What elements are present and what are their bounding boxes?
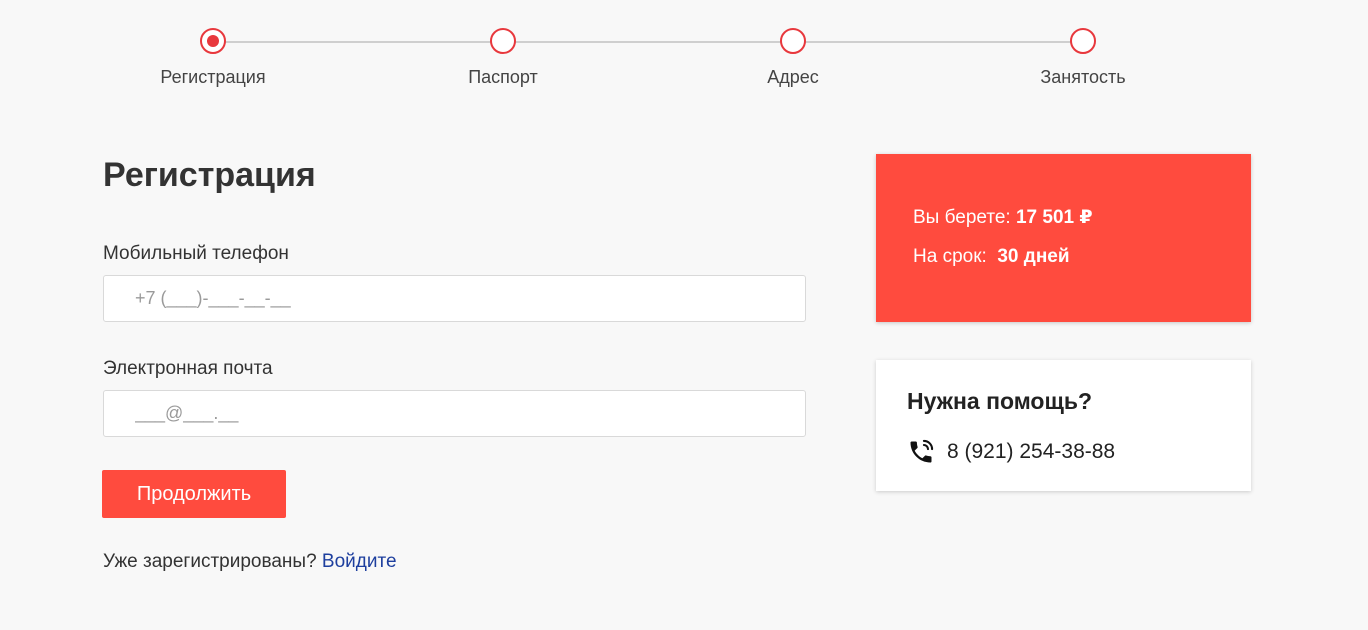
help-card: Нужна помощь? 8 (921) 254-38-88 [876,360,1251,491]
step-employment[interactable]: Занятость [973,28,1193,88]
step-circle-active [200,28,226,54]
term-value: 30 дней [997,246,1070,267]
step-circle [490,28,516,54]
continue-button[interactable]: Продолжить [102,470,286,518]
step-circle [1070,28,1096,54]
amount-label: Вы берете: [913,207,1011,228]
term-row: На срок: 30 дней [913,246,1070,268]
amount-row: Вы берете: 17 501 ₽ [913,206,1093,229]
email-input[interactable] [103,390,806,437]
step-label: Адрес [767,67,819,87]
phone-label: Мобильный телефон [103,243,289,264]
phone-icon [910,439,934,463]
step-circle [780,28,806,54]
login-prompt-row: Уже зарегистрированы? Войдите [103,551,397,573]
phone-input[interactable] [103,275,806,322]
login-link[interactable]: Войдите [322,551,397,572]
step-address[interactable]: Адрес [683,28,903,88]
term-label: На срок: [913,246,987,267]
stepper-line [213,41,1084,43]
amount-value: 17 501 ₽ [1015,207,1093,228]
page-title: Регистрация [103,156,316,194]
help-title: Нужна помощь? [907,388,1093,414]
step-registration[interactable]: Регистрация [103,28,323,88]
help-phone-row[interactable]: 8 (921) 254-38-88 [907,438,1115,466]
progress-stepper: Регистрация Паспорт Адрес Занятость [0,0,1368,100]
email-label: Электронная почта [103,358,273,379]
step-label: Паспорт [468,67,538,87]
step-passport[interactable]: Паспорт [393,28,613,88]
step-label: Занятость [1040,67,1126,87]
login-prompt-text: Уже зарегистрированы? [103,551,317,572]
step-label: Регистрация [160,67,266,87]
loan-summary-card: Вы берете: 17 501 ₽ На срок: 30 дней [876,154,1251,322]
help-phone-number: 8 (921) 254-38-88 [947,440,1116,463]
